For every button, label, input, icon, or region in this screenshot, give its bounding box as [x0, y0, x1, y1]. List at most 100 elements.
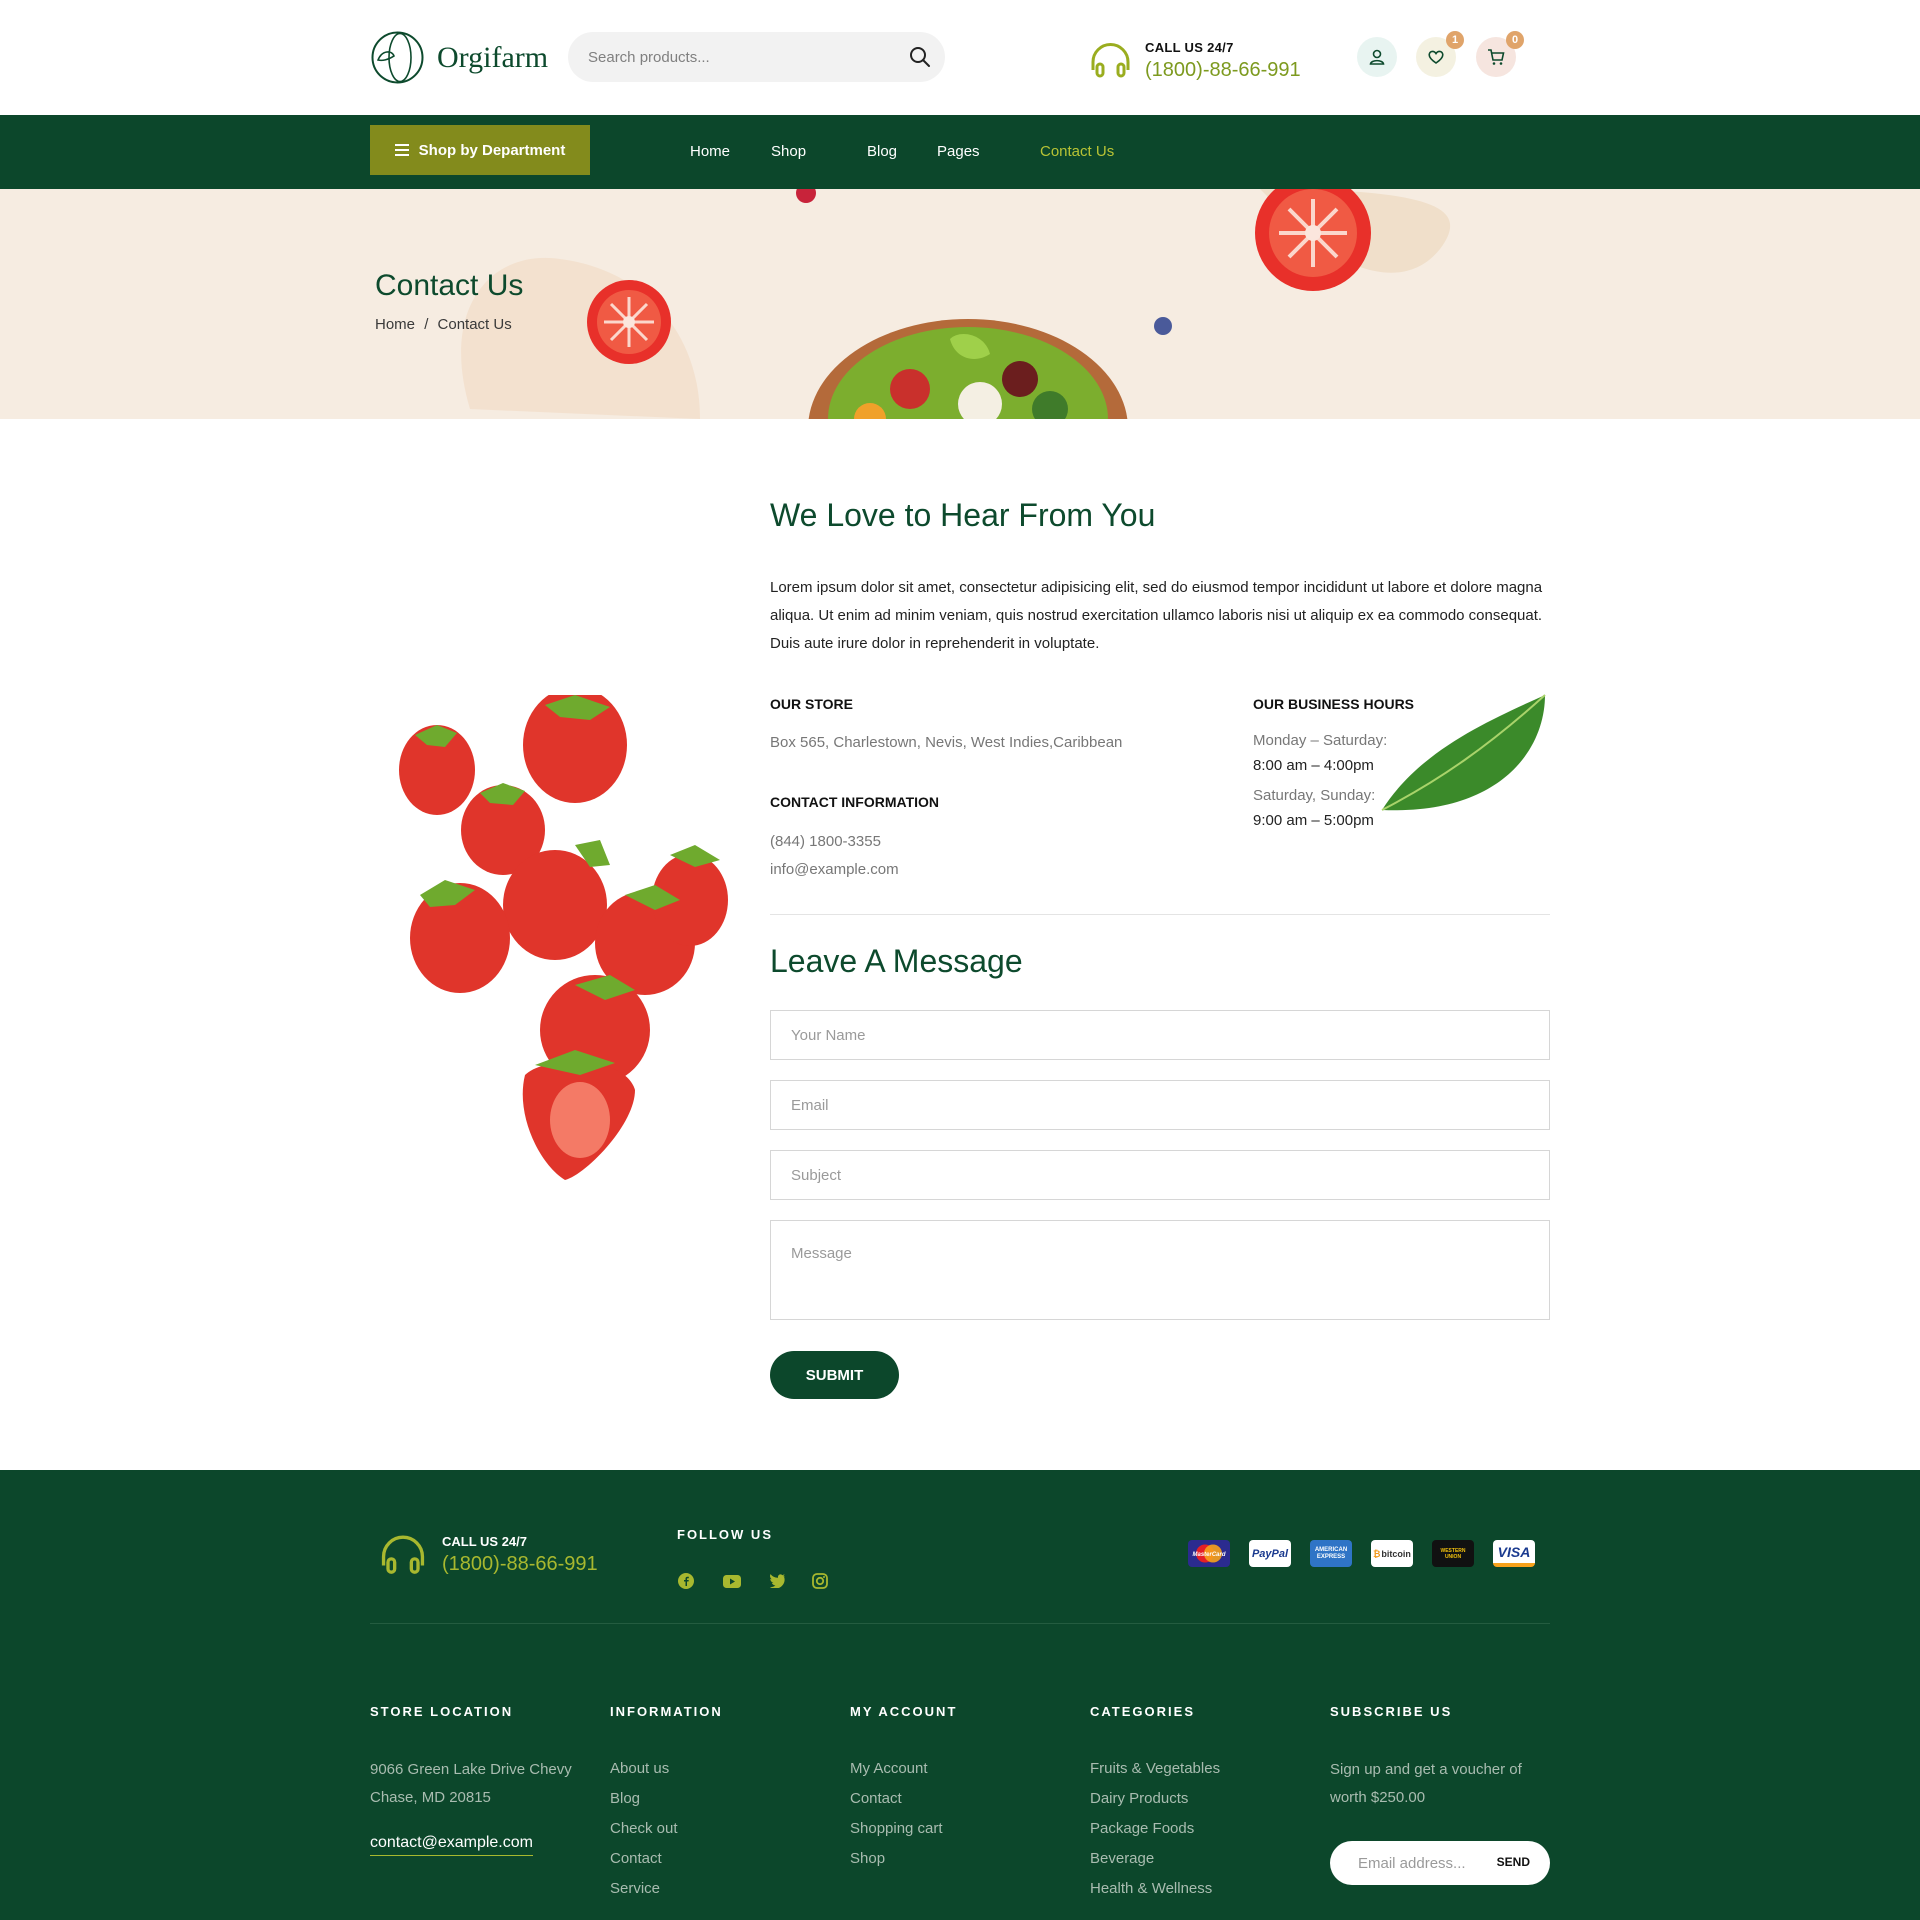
email-field[interactable]: [770, 1080, 1550, 1130]
hours-days: Monday – Saturday:: [1253, 732, 1388, 749]
salad-bowl-image: [808, 319, 1128, 419]
visa-icon: VISA: [1493, 1540, 1535, 1567]
page-banner: Contact Us Home / Contact Us: [0, 189, 1920, 419]
logo[interactable]: Orgifarm: [370, 30, 548, 85]
section-divider: [770, 914, 1550, 915]
search-input[interactable]: [588, 32, 888, 82]
tomato-image: [1255, 189, 1371, 291]
search-bar: [568, 32, 945, 82]
bitcoin-label: bitcoin: [1381, 1548, 1411, 1559]
subject-field[interactable]: [770, 1150, 1550, 1200]
paypal-icon: PayPal: [1249, 1540, 1291, 1567]
headphones-icon: [381, 1535, 425, 1574]
nav-shop[interactable]: Shop: [771, 143, 806, 160]
header-call: CALL US 24/7 (1800)-88-66-991: [1088, 38, 1301, 83]
footer-divider: [370, 1623, 1550, 1624]
submit-button[interactable]: SUBMIT: [770, 1351, 899, 1399]
cart-icon: [1488, 49, 1505, 65]
main-nav: Shop by Department Home Shop Blog Pages …: [0, 115, 1920, 189]
contact-heading: We Love to Hear From You: [770, 497, 1156, 533]
wishlist-count-badge: 1: [1446, 31, 1464, 49]
form-heading: Leave A Message: [770, 943, 1023, 979]
breadcrumb-current: Contact Us: [437, 316, 512, 333]
store-address: Box 565, Charlestown, Nevis, West Indies…: [770, 734, 1123, 751]
subscribe-text: Sign up and get a voucher of worth $250.…: [1330, 1761, 1522, 1806]
store-heading: OUR STORE: [770, 696, 853, 712]
subscribe-form: SEND: [1330, 1841, 1550, 1885]
menu-icon: [394, 144, 409, 156]
footer-link-blog[interactable]: Blog: [610, 1790, 640, 1807]
page-title: Contact Us: [375, 269, 524, 302]
store-location-heading: STORE LOCATION: [370, 1704, 514, 1719]
search-icon[interactable]: [907, 44, 933, 70]
banner-decoration: [461, 189, 1451, 419]
contact-info-heading: CONTACT INFORMATION: [770, 794, 940, 810]
heart-icon: [1428, 50, 1444, 64]
site-footer: CALL US 24/7 (1800)-88-66-991 FOLLOW US …: [0, 1470, 1920, 1920]
contact-phone[interactable]: (844) 1800-3355: [770, 833, 881, 850]
tomato-image: [587, 280, 671, 364]
leaf-image: [1381, 694, 1546, 811]
svg-text:MasterCard: MasterCard: [1192, 1552, 1225, 1558]
cart-button[interactable]: 0: [1476, 31, 1524, 77]
footer-call: CALL US 24/7 (1800)-88-66-991: [378, 1530, 598, 1580]
subscribe-send-button[interactable]: SEND: [1497, 1855, 1530, 1869]
shop-by-department-button[interactable]: Shop by Department: [370, 125, 590, 175]
footer-link-service[interactable]: Service: [610, 1880, 660, 1897]
footer-link-contact[interactable]: Contact: [610, 1850, 662, 1867]
footer-link-checkout[interactable]: Check out: [610, 1820, 678, 1837]
footer-store-email[interactable]: contact@example.com: [370, 1834, 533, 1856]
breadcrumb: Home / Contact Us: [375, 316, 512, 333]
twitter-icon[interactable]: [765, 1570, 787, 1592]
nav-pages[interactable]: Pages: [937, 143, 980, 160]
headphones-icon: [1091, 43, 1130, 78]
footer-category-link[interactable]: Health & Wellness: [1090, 1880, 1212, 1897]
my-account-heading: MY ACCOUNT: [850, 1704, 958, 1719]
footer-category-link[interactable]: Beverage: [1090, 1850, 1154, 1867]
follow-heading: FOLLOW US: [677, 1527, 773, 1542]
nav-home[interactable]: Home: [690, 143, 730, 160]
contact-intro: Lorem ipsum dolor sit amet, consectetur …: [770, 579, 1543, 652]
footer-link-shopping-cart[interactable]: Shopping cart: [850, 1820, 943, 1837]
strawberries-image: [399, 695, 728, 1180]
youtube-icon[interactable]: [721, 1570, 743, 1592]
footer-call-number[interactable]: (1800)-88-66-991: [442, 1553, 598, 1576]
footer-category-link[interactable]: Fruits & Vegetables: [1090, 1760, 1220, 1777]
breadcrumb-separator: /: [424, 316, 429, 333]
footer-category-link[interactable]: Package Foods: [1090, 1820, 1194, 1837]
site-header: Orgifarm CALL US 24/7 (1800)-88-66-991 1…: [0, 0, 1920, 115]
footer-link-contact[interactable]: Contact: [850, 1790, 902, 1807]
information-heading: INFORMATION: [610, 1704, 723, 1719]
hours-days: Saturday, Sunday:: [1253, 787, 1376, 804]
facebook-icon[interactable]: [675, 1570, 697, 1592]
mastercard-icon: MasterCard: [1188, 1540, 1230, 1567]
name-field[interactable]: [770, 1010, 1550, 1060]
cart-count-badge: 0: [1506, 31, 1524, 49]
call-number[interactable]: (1800)-88-66-991: [1145, 59, 1301, 82]
call-label: CALL US 24/7: [1145, 39, 1234, 55]
subscribe-email-input[interactable]: [1358, 1841, 1488, 1885]
footer-category-link[interactable]: Dairy Products: [1090, 1790, 1188, 1807]
logo-leaf-icon: [371, 31, 424, 84]
footer-link-shop[interactable]: Shop: [850, 1850, 885, 1867]
account-button[interactable]: [1357, 37, 1397, 77]
message-field[interactable]: [770, 1220, 1550, 1320]
instagram-icon[interactable]: [809, 1570, 831, 1592]
hours-time: 9:00 am – 5:00pm: [1253, 812, 1374, 829]
amex-icon: AMERICAN EXPRESS: [1310, 1540, 1352, 1567]
subscribe-heading: SUBSCRIBE US: [1330, 1704, 1453, 1719]
department-label: Shop by Department: [418, 141, 566, 159]
logo-text: Orgifarm: [437, 40, 549, 74]
breadcrumb-home[interactable]: Home: [375, 316, 415, 333]
western-union-icon: WESTERN UNION: [1432, 1540, 1474, 1567]
footer-call-label: CALL US 24/7: [442, 1534, 528, 1549]
nav-contact-us[interactable]: Contact Us: [1040, 143, 1114, 160]
footer-store-address: 9066 Green Lake Drive Chevy Chase, MD 20…: [370, 1761, 572, 1806]
categories-heading: CATEGORIES: [1090, 1704, 1195, 1719]
footer-link-about[interactable]: About us: [610, 1760, 669, 1777]
contact-email[interactable]: info@example.com: [770, 861, 899, 878]
footer-link-my-account[interactable]: My Account: [850, 1760, 928, 1777]
bitcoin-icon: ₿ bitcoin: [1371, 1540, 1413, 1567]
wishlist-button[interactable]: 1: [1416, 31, 1464, 77]
nav-blog[interactable]: Blog: [867, 143, 897, 160]
